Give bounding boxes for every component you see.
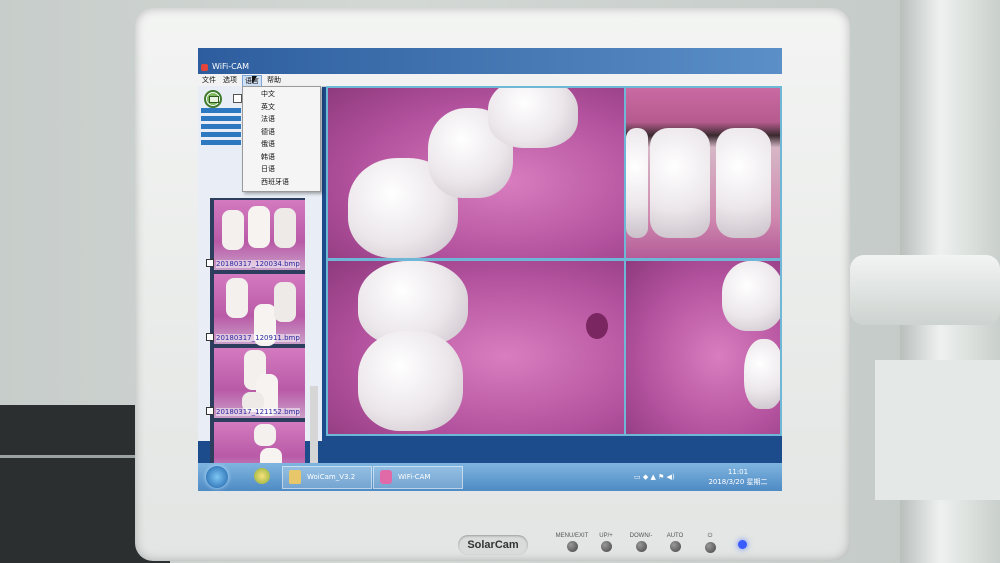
hw-button-knob xyxy=(566,541,578,552)
window-titlebar[interactable]: WiFi-CAM xyxy=(198,48,782,74)
language-option-japanese[interactable]: 日语 xyxy=(261,164,275,174)
language-option-english[interactable]: 英文 xyxy=(261,102,275,112)
language-option-spanish[interactable]: 西班牙语 xyxy=(261,177,289,187)
language-dropdown: 中文 英文 法语 德语 俄语 韩语 日语 西班牙语 xyxy=(242,86,321,192)
taskbar-clock[interactable]: 11:01 2018/3/20 星期二 xyxy=(703,467,773,487)
menu-file[interactable]: 文件 xyxy=(202,75,216,85)
window-title: WiFi-CAM xyxy=(212,62,250,71)
power-hw-button[interactable]: ⏻ xyxy=(690,533,730,563)
auto-hw-button[interactable]: AUTO xyxy=(655,533,695,563)
mount-arm xyxy=(850,255,1000,325)
language-option-korean[interactable]: 韩语 xyxy=(261,152,275,162)
task-label: WiFi-CAM xyxy=(398,473,431,481)
language-option-russian[interactable]: 俄语 xyxy=(261,139,275,149)
camera-view-1[interactable] xyxy=(328,88,624,258)
mouse-cursor xyxy=(252,76,257,84)
thumbnail-list: 20180317_120034.bmp 20180317_120911.bmp … xyxy=(206,198,305,479)
folder-icon xyxy=(289,470,301,484)
taskbar-task-wificam[interactable]: WiFi-CAM xyxy=(373,466,463,489)
hw-button-knob xyxy=(600,541,612,552)
clock-date: 2018/3/20 星期二 xyxy=(708,478,768,486)
monitor-screen: WiFi-CAM 文件 选项 语言 帮助 20180317_120034.bmp… xyxy=(198,48,782,491)
up-hw-button[interactable]: UP/+ xyxy=(586,533,626,563)
thumbnail-item[interactable]: 20180317_120034.bmp xyxy=(206,200,305,270)
hw-button-knob xyxy=(669,541,681,552)
thumbnail-item[interactable]: 20180317_120911.bmp xyxy=(206,274,305,346)
clock-time: 11:01 xyxy=(727,468,749,476)
mount-bracket xyxy=(875,360,1000,500)
camera-view-3[interactable] xyxy=(328,261,624,434)
thumbnail-checkbox[interactable] xyxy=(206,407,214,415)
power-led xyxy=(738,540,747,549)
video-grid xyxy=(326,86,782,436)
thumbnail-caption: 20180317_120034.bmp xyxy=(216,260,300,268)
thumbnail-caption: 20180317_121152.bmp xyxy=(216,408,300,416)
camera-app-icon xyxy=(380,470,392,484)
thumbnail-checkbox[interactable] xyxy=(206,333,214,341)
language-option-chinese[interactable]: 中文 xyxy=(261,89,275,99)
browser-icon[interactable] xyxy=(254,468,270,484)
thumbnail-item[interactable]: 20180317_121152.bmp xyxy=(206,348,305,418)
hw-button-knob xyxy=(635,541,647,552)
taskbar-task-woicam[interactable]: WoiCam_V3.2 xyxy=(282,466,372,489)
start-button[interactable] xyxy=(206,466,228,488)
menu-options[interactable]: 选项 xyxy=(223,75,237,85)
thumbnail-checkbox[interactable] xyxy=(206,259,214,267)
monitor-brand-logo: SolarCam xyxy=(458,535,528,555)
camera-view-2[interactable] xyxy=(626,88,780,258)
task-label: WoiCam_V3.2 xyxy=(307,473,356,481)
thumbnail-caption: 20180317_120911.bmp xyxy=(216,334,300,342)
toolbar-strips xyxy=(201,108,241,158)
language-option-french[interactable]: 法语 xyxy=(261,114,275,124)
taskbar: WoiCam_V3.2 WiFi-CAM ▭ ◆ ▲ ⚑ ◀) 11:01 20… xyxy=(198,463,782,491)
language-option-german[interactable]: 德语 xyxy=(261,127,275,137)
menu-help[interactable]: 帮助 xyxy=(267,75,281,85)
camera-icon xyxy=(209,96,219,103)
app-icon xyxy=(201,64,208,71)
system-tray[interactable]: ▭ ◆ ▲ ⚑ ◀) xyxy=(634,473,675,481)
option-checkbox[interactable] xyxy=(233,94,242,103)
hw-button-knob xyxy=(704,542,716,553)
camera-view-4[interactable] xyxy=(626,261,780,434)
capture-button[interactable] xyxy=(204,90,222,108)
